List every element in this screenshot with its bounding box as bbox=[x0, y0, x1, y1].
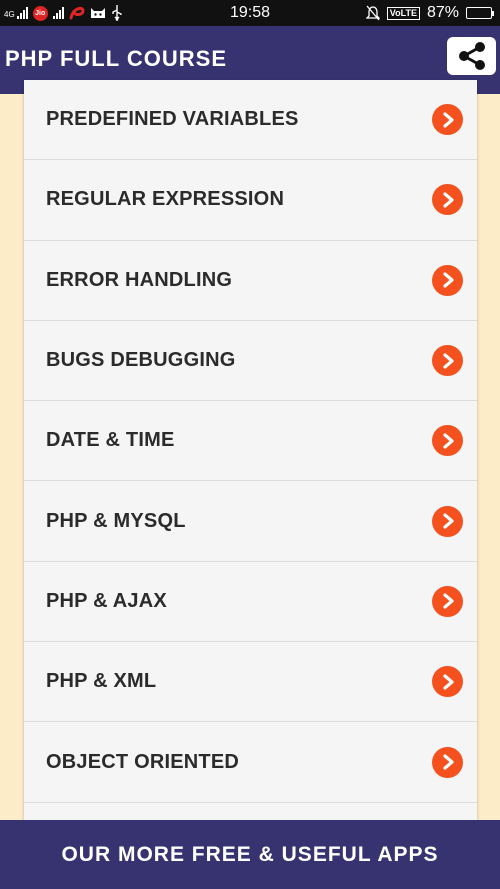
cat-icon bbox=[90, 8, 105, 18]
status-bar: 4G Jio 19:58 VoLTE 87% bbox=[0, 0, 500, 26]
signal-icon-sim2 bbox=[52, 7, 64, 19]
list-item-label: PREDEFINED VARIABLES bbox=[46, 108, 299, 131]
list-item[interactable]: BUGS DEBUGGING bbox=[24, 321, 477, 402]
share-icon bbox=[458, 42, 485, 70]
volte-badge: VoLTE bbox=[386, 6, 420, 20]
chevron-right-icon[interactable] bbox=[432, 264, 463, 296]
chevron-right-icon[interactable] bbox=[432, 425, 463, 457]
more-apps-label: OUR MORE FREE & USEFUL APPS bbox=[61, 842, 439, 866]
list-item-label: BUGS DEBUGGING bbox=[46, 349, 236, 372]
list-item[interactable]: PHP & XML bbox=[24, 642, 477, 723]
battery-icon bbox=[466, 7, 494, 19]
chevron-right-icon[interactable] bbox=[432, 345, 463, 377]
network-type: 4G bbox=[4, 10, 15, 19]
list-item-label: PHP & MYSQL bbox=[46, 509, 186, 532]
more-apps-button[interactable]: OUR MORE FREE & USEFUL APPS bbox=[0, 820, 500, 889]
usb-icon bbox=[111, 5, 122, 21]
list-item-label: PHP & XML bbox=[46, 670, 157, 693]
jio-icon: Jio bbox=[32, 5, 48, 21]
list-item[interactable]: ERROR HANDLING bbox=[24, 241, 477, 321]
share-button[interactable] bbox=[447, 37, 496, 75]
page-title: PHP FULL COURSE bbox=[5, 46, 227, 71]
list-item[interactable]: PHP & MYSQL bbox=[24, 481, 477, 562]
chevron-right-icon[interactable] bbox=[432, 585, 463, 617]
chevron-right-icon[interactable] bbox=[432, 184, 463, 216]
chevron-right-icon[interactable] bbox=[432, 666, 463, 698]
chevron-right-icon[interactable] bbox=[432, 104, 463, 136]
list-item[interactable]: DATE & TIME bbox=[24, 401, 477, 482]
battery-percent: 87% bbox=[426, 4, 459, 21]
airtel-icon bbox=[69, 6, 85, 20]
signal-icon-sim1: 4G bbox=[4, 7, 28, 19]
chevron-right-icon[interactable] bbox=[432, 746, 463, 778]
list-item[interactable]: PHP & AJAX bbox=[24, 562, 477, 643]
list-item-label: ERROR HANDLING bbox=[46, 268, 233, 291]
list-item[interactable]: PREDEFINED VARIABLES bbox=[24, 80, 477, 161]
list-item-label: PHP & AJAX bbox=[46, 589, 167, 612]
list-item[interactable]: OBJECT ORIENTED bbox=[24, 722, 477, 803]
topic-list: PREDEFINED VARIABLES REGULAR EXPRESSION ER… bbox=[24, 80, 477, 822]
list-item[interactable]: REGULAR EXPRESSION bbox=[24, 160, 477, 241]
bell-muted-icon bbox=[365, 5, 380, 21]
list-item-label: OBJECT ORIENTED bbox=[46, 750, 240, 773]
list-item-label: REGULAR EXPRESSION bbox=[46, 188, 285, 211]
chevron-right-icon[interactable] bbox=[432, 505, 463, 537]
list-item-label: DATE & TIME bbox=[46, 429, 175, 452]
